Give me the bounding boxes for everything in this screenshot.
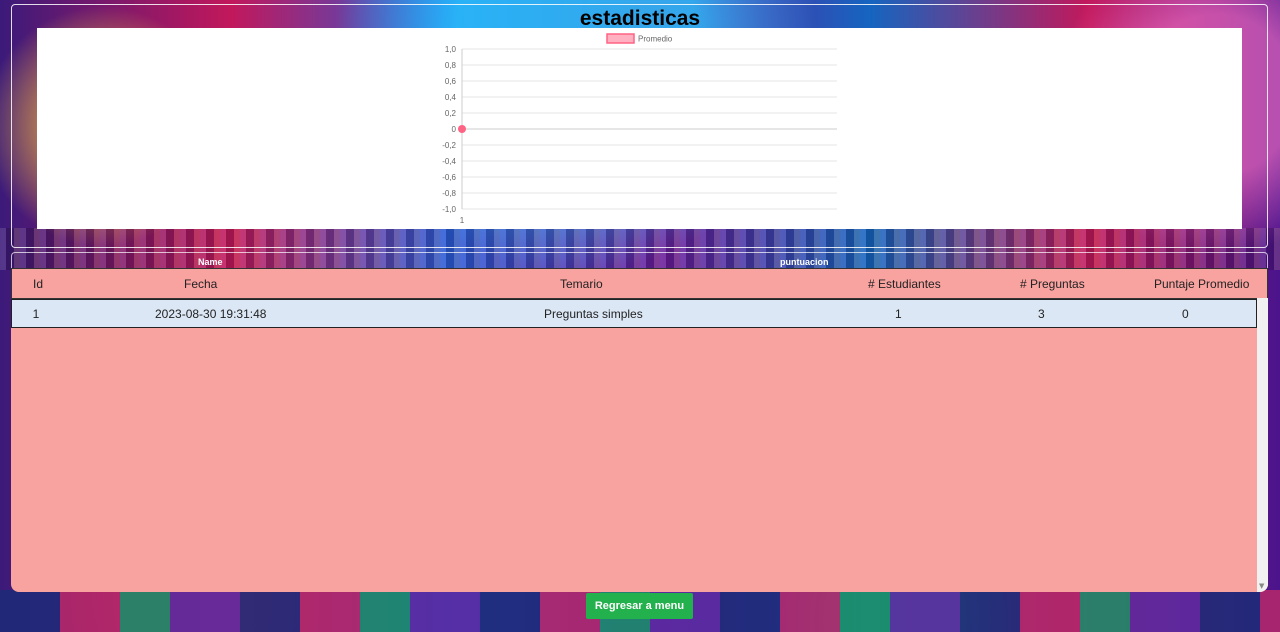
y-tick-label: 0 bbox=[452, 125, 457, 134]
name-label: Name bbox=[198, 257, 223, 267]
y-tick-label: -0,2 bbox=[442, 141, 456, 150]
y-tick-label: -0,4 bbox=[442, 157, 456, 166]
header-estudiantes[interactable]: # Estudiantes bbox=[830, 269, 970, 298]
legend-swatch bbox=[606, 33, 635, 44]
y-tick-label: 1,0 bbox=[445, 45, 457, 54]
y-tick-label: 0,8 bbox=[445, 61, 457, 70]
cell-temario: Preguntas simples bbox=[544, 306, 643, 321]
header-id[interactable]: Id bbox=[12, 269, 64, 298]
y-tick-label: 0,4 bbox=[445, 93, 457, 102]
x-tick-label: 1 bbox=[460, 216, 465, 225]
cell-estudiantes: 1 bbox=[895, 306, 902, 321]
y-tick-label: 0,2 bbox=[445, 109, 457, 118]
y-tick-label: -0,6 bbox=[442, 173, 456, 182]
column-labels-bar: Name puntuacion bbox=[11, 252, 1268, 269]
header-fecha[interactable]: Fecha bbox=[64, 269, 330, 298]
line-chart: 1,0 0,8 0,6 0,4 0,2 0 -0,2 -0,4 -0,6 -0,8 -1,0 1 Pro… bbox=[442, 33, 837, 225]
cell-fecha: 2023-08-30 19:31:48 bbox=[155, 306, 267, 321]
y-tick-label: -1,0 bbox=[442, 205, 456, 214]
cell-preguntas: 3 bbox=[1038, 306, 1045, 321]
header-temario[interactable]: Temario bbox=[330, 269, 830, 298]
scroll-down-arrow-icon[interactable]: ▼ bbox=[1259, 582, 1264, 590]
back-to-menu-button[interactable]: Regresar a menu bbox=[586, 593, 693, 619]
y-tick-label: -0,8 bbox=[442, 189, 456, 198]
chart-container: 1,0 0,8 0,6 0,4 0,2 0 -0,2 -0,4 -0,6 -0,8 -1,0 1 Pro… bbox=[37, 28, 1242, 229]
header-puntaje[interactable]: Puntaje Promedio bbox=[1114, 269, 1268, 298]
table-scrollbar[interactable]: ▼ bbox=[1257, 298, 1268, 592]
table-header-row: Id Fecha Temario # Estudiantes # Pregunt… bbox=[11, 268, 1268, 299]
score-label: puntuacion bbox=[780, 257, 829, 267]
legend-label: Promedio bbox=[638, 35, 673, 44]
stats-table: Id Fecha Temario # Estudiantes # Pregunt… bbox=[11, 268, 1268, 592]
header-preguntas[interactable]: # Preguntas bbox=[970, 269, 1114, 298]
cell-id: 1 bbox=[32, 306, 40, 321]
cell-puntaje: 0 bbox=[1182, 306, 1189, 321]
data-point bbox=[458, 125, 466, 133]
y-tick-label: 0,6 bbox=[445, 77, 457, 86]
table-row[interactable]: 1 2023-08-30 19:31:48 Preguntas simples … bbox=[11, 299, 1257, 328]
